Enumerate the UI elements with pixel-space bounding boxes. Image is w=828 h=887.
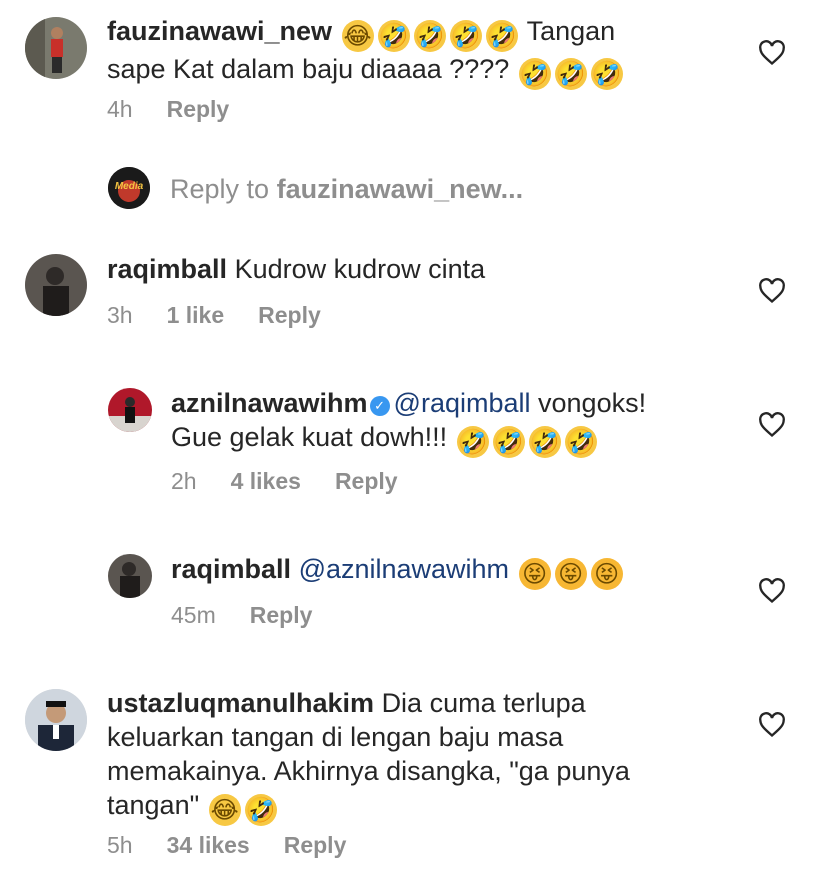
mention-link[interactable]: @raqimball [394, 388, 531, 418]
reply-to-label: Reply to [170, 174, 270, 204]
heart-icon[interactable] [758, 278, 786, 304]
heart-icon[interactable] [758, 578, 786, 604]
comment-meta: 4h Reply [107, 96, 229, 123]
likes-count[interactable]: 34 likes [167, 832, 250, 859]
rolling-laughing-emoji: 🤣 [564, 426, 597, 458]
comment-body: Dia cuma terlupa [381, 688, 586, 718]
tears-of-joy-emoji: 😂 [341, 20, 374, 52]
reply-to-input[interactable]: Reply to fauzinawawi_new... [170, 174, 523, 205]
avatar[interactable] [108, 554, 152, 598]
mention-link[interactable]: @aznilnawawihm [299, 554, 510, 584]
comment-body: vongoks! [538, 388, 647, 418]
heart-icon[interactable] [758, 412, 786, 438]
comment-body: Kudrow kudrow cinta [234, 254, 486, 284]
squinting-tongue-emoji: 😝 [554, 558, 587, 590]
comment-username[interactable]: raqimball [107, 254, 227, 284]
reply-button[interactable]: Reply [258, 302, 321, 329]
comment-body: keluarkan tangan di lengan baju masa [107, 722, 564, 752]
avatar: Media [108, 167, 150, 209]
comment-meta: 5h 34 likes Reply [107, 832, 346, 859]
comment-time: 5h [107, 832, 133, 858]
reply-button[interactable]: Reply [335, 468, 398, 495]
rolling-laughing-emoji: 🤣 [456, 426, 489, 458]
likes-count[interactable]: 1 like [167, 302, 225, 329]
comment-username[interactable]: fauzinawawi_new [107, 16, 332, 46]
comment-username[interactable]: ustazluqmanulhakim [107, 688, 374, 718]
comment-time: 3h [107, 302, 133, 328]
comment-time: 45m [171, 602, 216, 628]
reply-button[interactable]: Reply [167, 96, 230, 123]
comment-body: Gue gelak kuat dowh!!! [171, 422, 448, 452]
comment-meta: 45m Reply [171, 602, 312, 629]
rolling-laughing-emoji: 🤣 [518, 58, 551, 90]
comment-meta: 2h 4 likes Reply [171, 468, 398, 495]
comment-body: Tangan [526, 16, 616, 46]
media-logo-text: Media [115, 181, 144, 192]
comment-text: raqimball @aznilnawawihm 😝 😝 😝 [171, 552, 625, 590]
rolling-laughing-emoji: 🤣 [449, 20, 482, 52]
comment-time: 4h [107, 96, 133, 122]
comment-body: sape Kat dalam baju diaaaa ???? [107, 54, 510, 84]
reply-button[interactable]: Reply [250, 602, 313, 629]
comment-text: aznilnawawihm ✓ @raqimball vongoks! Gue ge… [171, 386, 731, 458]
avatar[interactable] [25, 689, 87, 751]
rolling-laughing-emoji: 🤣 [590, 58, 623, 90]
comment-meta: 3h 1 like Reply [107, 302, 321, 329]
rolling-laughing-emoji: 🤣 [528, 426, 561, 458]
comment-text: ustazluqmanulhakim Dia cuma terlupa kelu… [107, 686, 707, 826]
comment-body: memakainya. Akhirnya disangka, "ga punya [107, 756, 630, 786]
comment-username[interactable]: raqimball [171, 554, 291, 584]
reply-button[interactable]: Reply [284, 832, 347, 859]
comment-time: 2h [171, 468, 197, 494]
rolling-laughing-emoji: 🤣 [377, 20, 410, 52]
squinting-tongue-emoji: 😝 [518, 558, 551, 590]
rolling-laughing-emoji: 🤣 [244, 794, 277, 826]
tears-of-joy-emoji: 😂 [208, 794, 241, 826]
rolling-laughing-emoji: 🤣 [492, 426, 525, 458]
heart-icon[interactable] [758, 712, 786, 738]
avatar[interactable] [25, 17, 87, 79]
avatar[interactable] [25, 254, 87, 316]
comment-text: fauzinawawi_new 😂 🤣 🤣 🤣 🤣 Tangan sape Kat da… [107, 14, 707, 90]
avatar[interactable] [108, 388, 152, 432]
rolling-laughing-emoji: 🤣 [485, 20, 518, 52]
verified-badge-icon: ✓ [369, 396, 390, 416]
comment-username[interactable]: aznilnawawihm [171, 388, 368, 418]
comment-text: raqimball Kudrow kudrow cinta [107, 252, 485, 286]
comment-body: tangan" [107, 790, 200, 820]
heart-icon[interactable] [758, 40, 786, 66]
rolling-laughing-emoji: 🤣 [413, 20, 446, 52]
reply-to-username: fauzinawawi_new... [276, 174, 524, 204]
squinting-tongue-emoji: 😝 [590, 558, 623, 590]
rolling-laughing-emoji: 🤣 [554, 58, 587, 90]
likes-count[interactable]: 4 likes [231, 468, 301, 495]
